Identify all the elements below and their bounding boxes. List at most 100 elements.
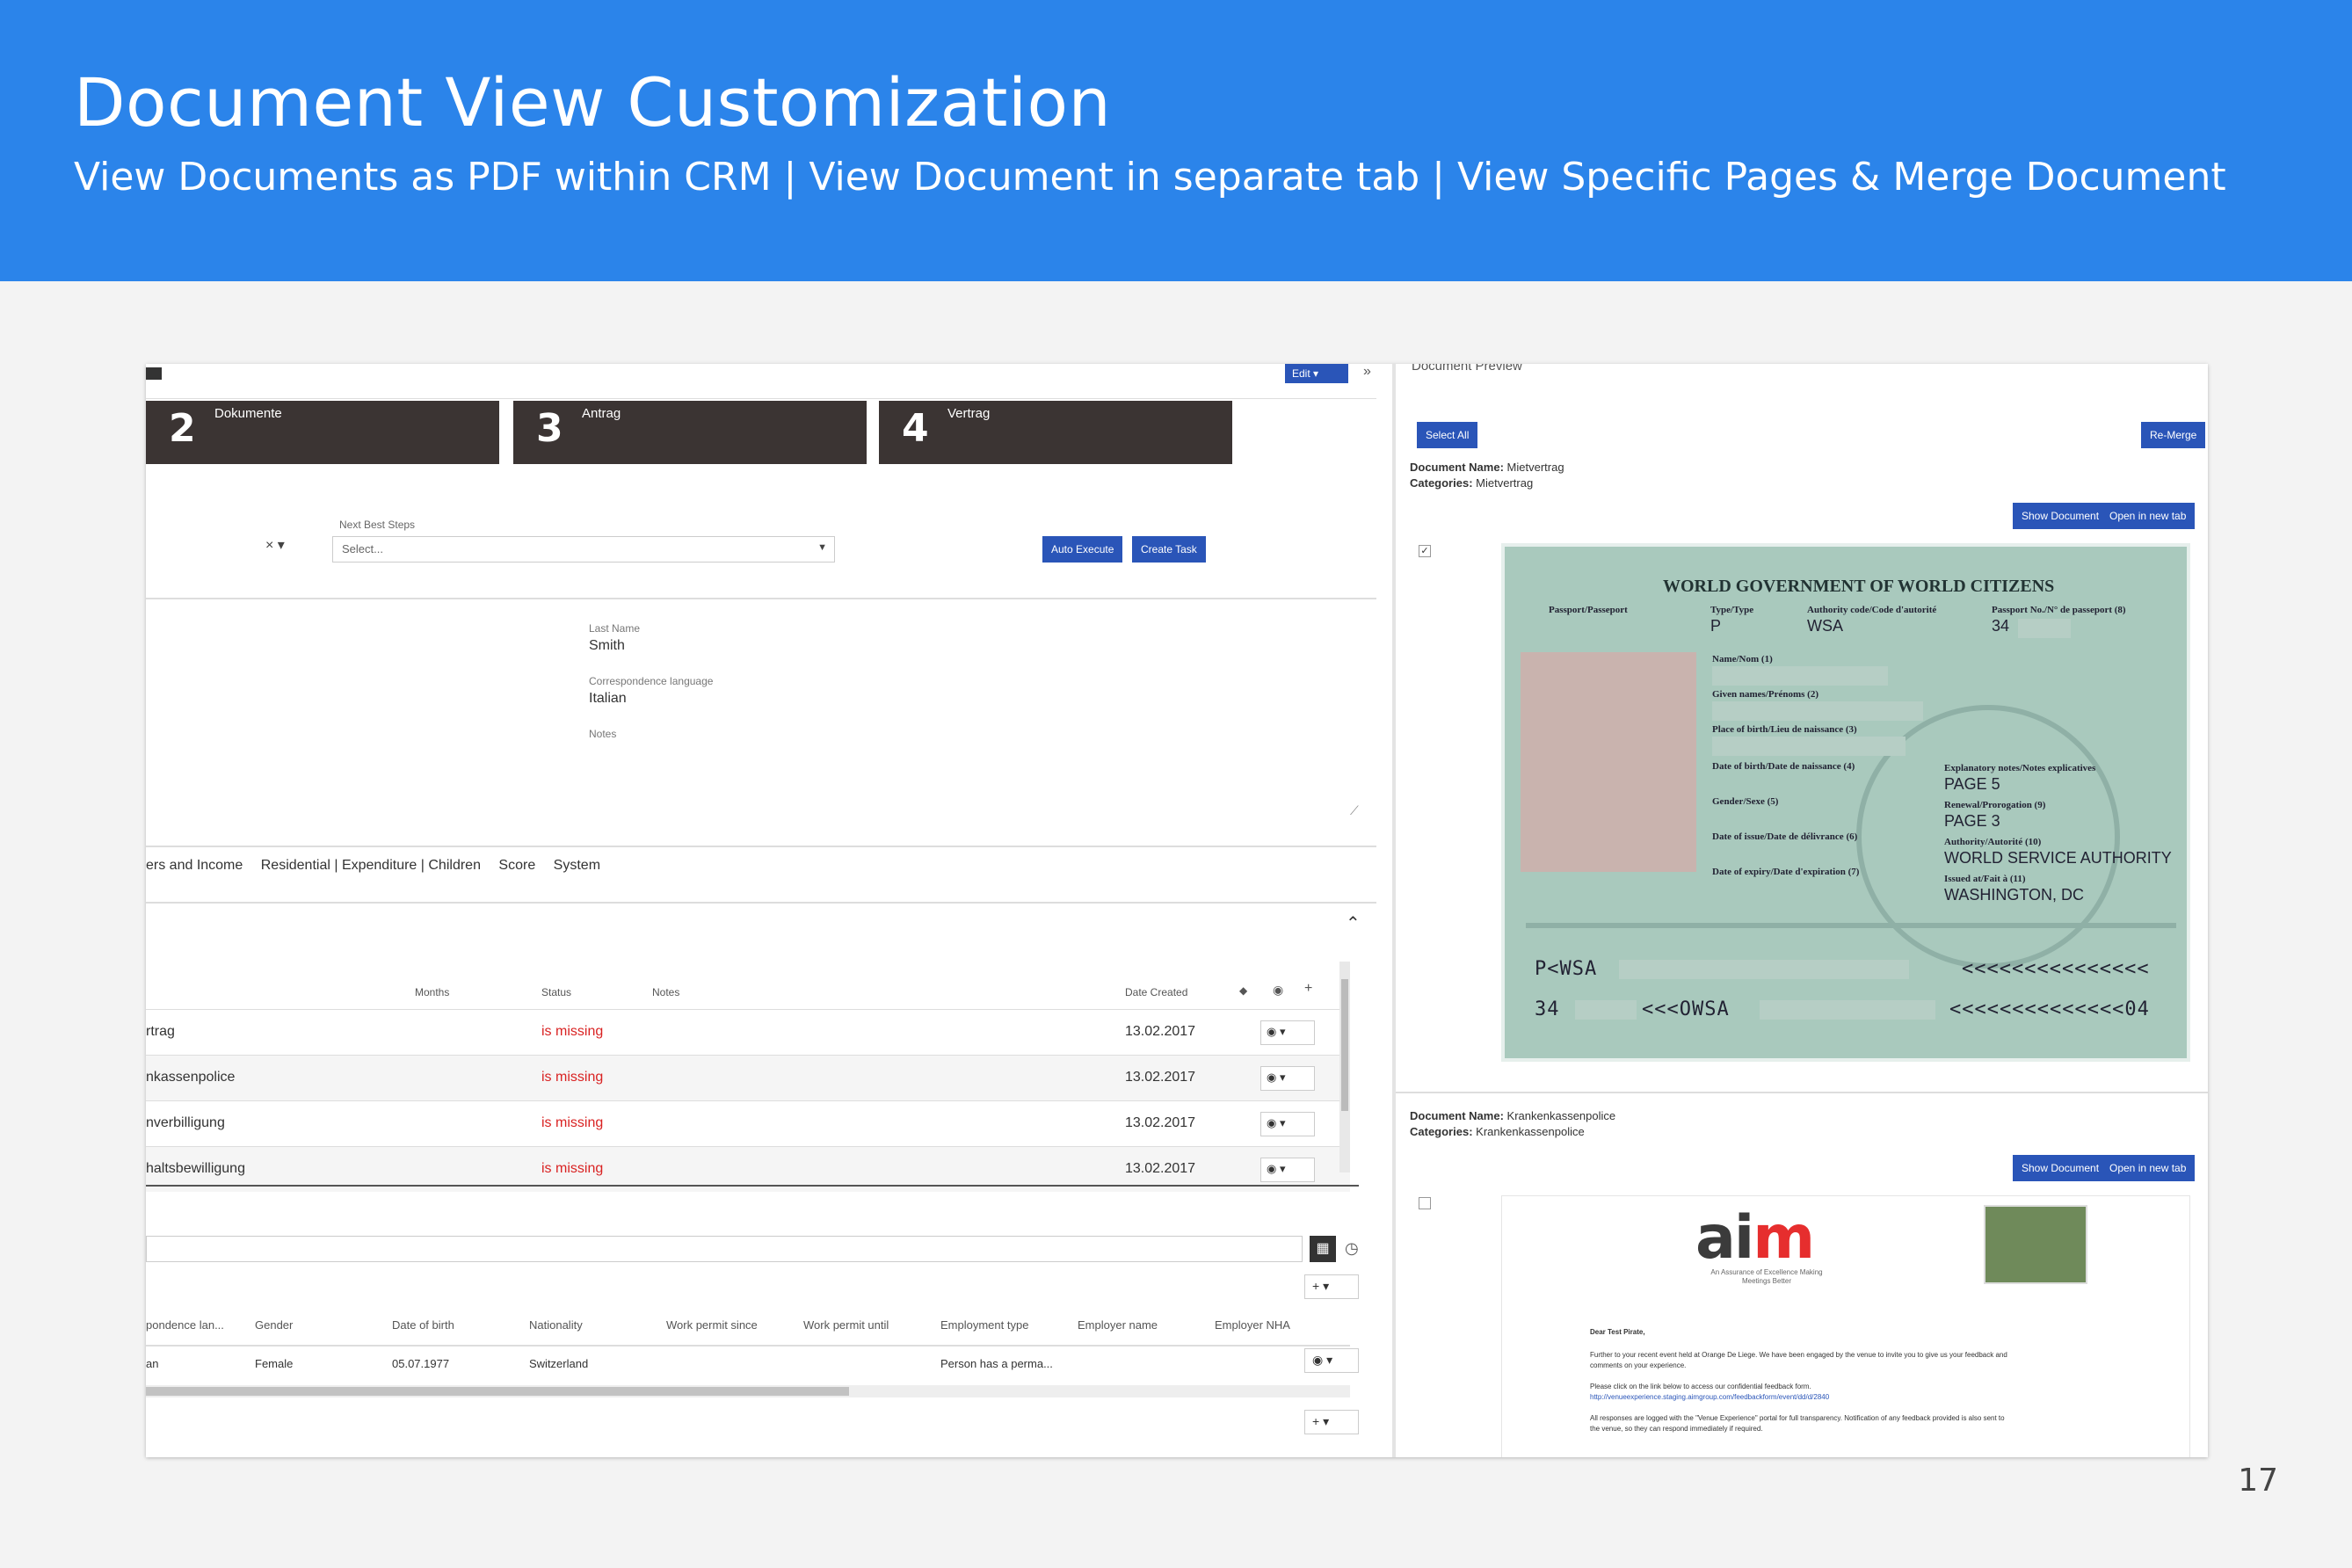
col-gender[interactable]: Gender	[255, 1318, 293, 1332]
chevron-down-icon[interactable]: ▾	[1323, 1414, 1329, 1428]
person-employment: Person has a perma...	[940, 1357, 1053, 1370]
col-notes[interactable]: Notes	[652, 986, 679, 998]
row-actions[interactable]: ◉ ▾	[1260, 1020, 1315, 1045]
col-nationality[interactable]: Nationality	[529, 1318, 583, 1332]
redaction	[1619, 960, 1909, 979]
col-employer-name[interactable]: Employer name	[1078, 1318, 1158, 1332]
redaction	[1712, 666, 1888, 686]
add-dropdown-button[interactable]: + ▾	[1304, 1410, 1359, 1434]
feedback-link[interactable]: http://venueexperience.staging.aimgroup.…	[1590, 1393, 1829, 1401]
table-row[interactable]: rtrag is missing 13.02.2017 ◉ ▾	[146, 1009, 1350, 1055]
authority-issuer-value: WORLD SERVICE AUTHORITY	[1944, 849, 2172, 867]
renewal-label: Renewal/Prorogation (9)	[1944, 800, 2046, 810]
mrz-line-1-left: P<WSA	[1535, 958, 1598, 980]
edit-dropdown-button[interactable]: Edit ▾	[1285, 364, 1348, 383]
chevron-up-icon[interactable]: ⌃	[1346, 912, 1361, 934]
resize-handle-icon[interactable]: ⟋	[1350, 803, 1359, 818]
scrollbar-thumb[interactable]	[1341, 979, 1348, 1111]
sort-icon[interactable]: ◆	[1239, 984, 1247, 997]
open-new-tab-button[interactable]: Open in new tab	[2101, 1155, 2196, 1181]
chevron-down-icon[interactable]: ▾	[1280, 1116, 1286, 1129]
stage-number: 4	[902, 406, 929, 451]
col-dob[interactable]: Date of birth	[392, 1318, 454, 1332]
chevron-down-icon[interactable]: ▾	[1280, 1162, 1286, 1175]
col-date-created[interactable]: Date Created	[1125, 986, 1187, 998]
notes-value: PAGE 5	[1944, 775, 2000, 793]
chevron-down-icon[interactable]: ▾	[1280, 1025, 1286, 1038]
auto-execute-button[interactable]: Auto Execute	[1042, 536, 1123, 563]
col-employment-type[interactable]: Employment type	[940, 1318, 1028, 1332]
select-all-button[interactable]: Select All	[1417, 422, 1478, 448]
tab-score[interactable]: Score	[498, 858, 535, 873]
eye-icon[interactable]: ◉	[1267, 1162, 1276, 1175]
col-permit-until[interactable]: Work permit until	[803, 1318, 889, 1332]
eye-icon[interactable]: ◉	[1267, 1025, 1276, 1038]
chevron-down-icon[interactable]: ▾	[1280, 1071, 1286, 1084]
add-icon[interactable]: +	[1312, 1279, 1319, 1293]
authority-issuer-label: Authority/Autorité (10)	[1944, 837, 2042, 847]
divider	[146, 1185, 1359, 1187]
letter-paragraph: All responses are logged with the "Venue…	[1590, 1414, 2005, 1422]
edit-label: Edit	[1292, 367, 1310, 380]
scrollbar-thumb[interactable]	[146, 1387, 849, 1396]
language-label: Correspondence language	[589, 675, 714, 687]
clock-icon[interactable]: ◷	[1345, 1239, 1359, 1258]
add-icon[interactable]: +	[1304, 981, 1312, 997]
chevron-down-icon[interactable]: ▾	[1323, 1279, 1329, 1293]
row-actions[interactable]: ◉ ▾	[1260, 1158, 1315, 1182]
doc2-checkbox[interactable]	[1419, 1197, 1431, 1209]
col-correspondence[interactable]: pondence lan...	[146, 1318, 224, 1332]
eye-icon[interactable]: ◉	[1312, 1353, 1323, 1367]
col-status[interactable]: Status	[541, 986, 571, 998]
eye-icon[interactable]: ◉	[1267, 1116, 1276, 1129]
divider	[146, 846, 1376, 847]
next-best-steps-select[interactable]: Select... ▼	[332, 536, 835, 563]
filter-input[interactable]	[146, 1236, 1303, 1262]
add-icon[interactable]: +	[1312, 1414, 1319, 1428]
stage-vertrag[interactable]: 4 Vertrag	[879, 401, 1232, 464]
doc1-name: Document Name: Mietvertrag	[1410, 461, 1564, 474]
eye-icon[interactable]: ◉	[1273, 983, 1283, 998]
col-months[interactable]: Months	[415, 986, 449, 998]
re-merge-button[interactable]: Re-Merge	[2141, 422, 2206, 448]
stage-antrag[interactable]: 3 Antrag	[513, 401, 867, 464]
letter-paragraph: Please click on the link below to access…	[1590, 1383, 1811, 1390]
stage-dokumente[interactable]: 2 Dokumente	[146, 401, 499, 464]
calendar-icon[interactable]: ▦	[1310, 1236, 1336, 1262]
doc-status: is missing	[541, 1115, 604, 1130]
row-actions[interactable]: ◉ ▾	[1304, 1348, 1359, 1373]
row-actions[interactable]: ◉ ▾	[1260, 1112, 1315, 1136]
issued-at-value: WASHINGTON, DC	[1944, 886, 2085, 904]
add-dropdown-button[interactable]: + ▾	[1304, 1274, 1359, 1299]
tab-residential[interactable]: Residential | Expenditure | Children	[261, 858, 481, 873]
row-actions[interactable]: ◉ ▾	[1260, 1066, 1315, 1091]
chevron-down-icon[interactable]: ▾	[1326, 1353, 1332, 1367]
authority-label: Authority code/Code d'autorité	[1807, 605, 1937, 615]
menu-icon[interactable]	[146, 367, 162, 380]
letter-paragraph: comments on your experience.	[1590, 1361, 1687, 1369]
tab-system[interactable]: System	[554, 858, 600, 873]
show-document-button[interactable]: Show Document	[2013, 503, 2109, 529]
tab-income[interactable]: ers and Income	[146, 858, 243, 873]
doc-name: nkassenpolice	[146, 1070, 236, 1085]
doc-date: 13.02.2017	[1125, 1070, 1196, 1085]
clear-select-icon[interactable]: × ▾	[265, 536, 285, 554]
table-row[interactable]: nverbilligung is missing 13.02.2017 ◉ ▾	[146, 1100, 1350, 1146]
doc1-category: Categories: Mietvertrag	[1410, 476, 1534, 490]
surname-label: Name/Nom (1)	[1712, 654, 1773, 664]
col-employer-nha[interactable]: Employer NHA	[1215, 1318, 1290, 1332]
doc2-category: Categories: Krankenkassenpolice	[1410, 1125, 1585, 1138]
table-row[interactable]: nkassenpolice is missing 13.02.2017 ◉ ▾	[146, 1055, 1350, 1100]
eye-icon[interactable]: ◉	[1267, 1071, 1276, 1084]
stage-number: 2	[169, 406, 196, 451]
expand-icon[interactable]: »	[1363, 364, 1371, 380]
redaction	[1712, 737, 1906, 756]
stage-label: Vertrag	[947, 406, 991, 421]
create-task-button[interactable]: Create Task	[1132, 536, 1206, 563]
show-document-button[interactable]: Show Document	[2013, 1155, 2109, 1181]
doc1-checkbox[interactable]: ✓	[1419, 545, 1431, 557]
open-new-tab-button[interactable]: Open in new tab	[2101, 503, 2196, 529]
last-name-label: Last Name	[589, 622, 641, 635]
notes-label: Explanatory notes/Notes explicatives	[1944, 763, 2096, 773]
col-permit-since[interactable]: Work permit since	[666, 1318, 758, 1332]
